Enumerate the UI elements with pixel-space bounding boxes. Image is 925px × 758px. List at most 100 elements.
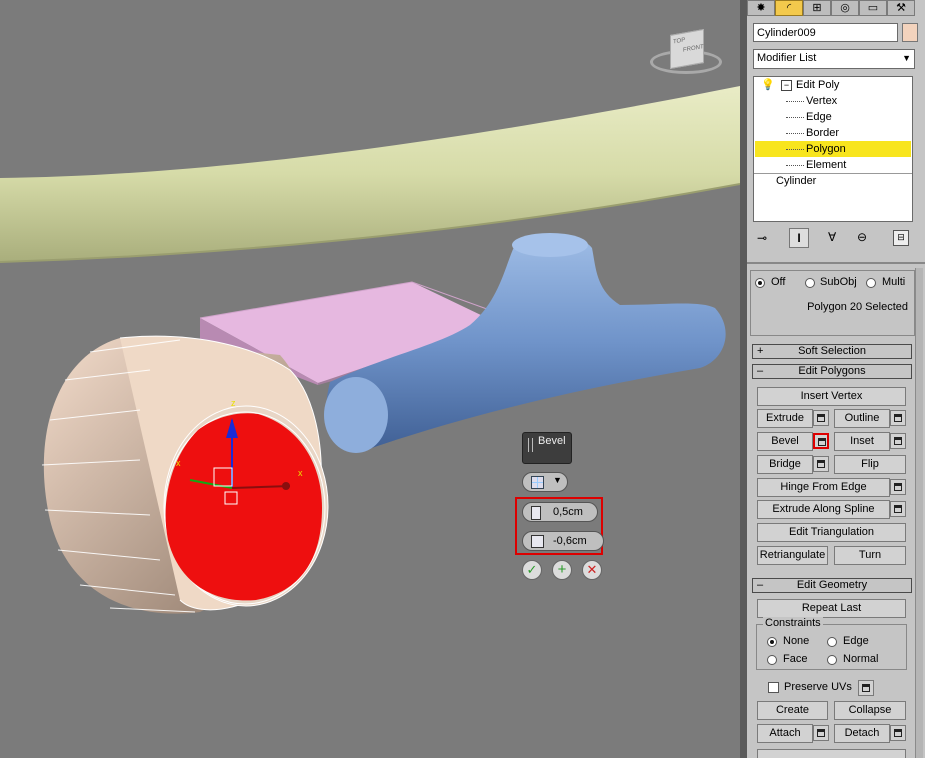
flip-button[interactable]: Flip	[834, 455, 906, 474]
extrude-button[interactable]: Extrude	[757, 409, 813, 428]
bridge-settings-icon[interactable]	[813, 456, 829, 472]
extrude-along-spline-button[interactable]: Extrude Along Spline	[757, 500, 890, 519]
turn-button[interactable]: Turn	[834, 546, 906, 565]
hinge-from-edge-button[interactable]: Hinge From Edge	[757, 478, 890, 497]
modifier-list-dropdown[interactable]: Modifier List ▼	[753, 49, 915, 69]
hinge-settings-icon[interactable]	[890, 479, 906, 495]
remove-modifier-icon[interactable]: ⊖	[857, 230, 867, 244]
stack-item-vertex[interactable]: Vertex	[755, 93, 911, 109]
bevel-type-dropdown[interactable]: ▼	[522, 472, 568, 492]
constraint-edge-label: Edge	[843, 635, 869, 647]
bevel-height-spinner[interactable]: 0,5cm	[522, 502, 598, 522]
bevel-height-value: 0,5cm	[553, 506, 583, 518]
viewcube-cube[interactable]: TOP FRONT	[670, 29, 704, 69]
insert-vertex-button[interactable]: Insert Vertex	[757, 387, 906, 406]
preserve-uvs-checkbox[interactable]	[768, 682, 779, 693]
collapse-button[interactable]: Collapse	[834, 701, 906, 720]
caddy-title-box[interactable]: Bevel	[522, 432, 572, 464]
partial-next-row	[757, 749, 906, 758]
stack-item-polygon[interactable]: Polygon	[755, 141, 911, 157]
stack-edit-poly[interactable]: 💡 − Edit Poly	[755, 77, 911, 93]
preview-subobj-radio[interactable]	[805, 278, 815, 288]
tree-line	[786, 149, 804, 150]
bevel-caddy: Bevel ▼ 0,5cm -0,6cm ✓ + ✕	[515, 432, 612, 582]
repeat-last-button[interactable]: Repeat Last	[757, 599, 906, 618]
apply-and-continue-icon[interactable]: +	[552, 560, 572, 580]
collapse-minus-icon[interactable]: −	[781, 80, 792, 91]
soft-selection-rollout[interactable]: + Soft Selection	[752, 344, 912, 359]
chevron-down-icon: ▼	[553, 475, 562, 485]
extrude-along-spline-settings-icon[interactable]	[890, 501, 906, 517]
outline-settings-icon[interactable]	[890, 410, 906, 426]
object-name-field[interactable]	[753, 23, 898, 42]
pin-stack-icon[interactable]: ⊸	[757, 231, 767, 245]
perspective-viewport[interactable]: z x x TOP FRONT Bevel ▼ 0,5cm -0,6cm ✓ +…	[0, 0, 740, 758]
bevel-button[interactable]: Bevel	[757, 432, 813, 451]
preview-off-radio[interactable]	[755, 278, 765, 288]
cancel-icon[interactable]: ✕	[582, 560, 602, 580]
outline-button[interactable]: Outline	[834, 409, 890, 428]
detach-settings-icon[interactable]	[890, 725, 906, 741]
tree-line	[786, 117, 804, 118]
attach-button[interactable]: Attach	[757, 724, 813, 743]
edit-triangulation-button[interactable]: Edit Triangulation	[757, 523, 906, 542]
detach-button[interactable]: Detach	[834, 724, 890, 743]
bevel-settings-icon[interactable]	[813, 433, 829, 449]
bevel-outline-value: -0,6cm	[553, 535, 587, 547]
constraint-none-label: None	[783, 635, 810, 647]
constraint-edge-radio[interactable]	[827, 637, 837, 647]
constraint-normal-label: Normal	[843, 653, 879, 665]
ok-icon[interactable]: ✓	[522, 560, 542, 580]
display-tab-icon[interactable]: ▭	[859, 0, 887, 16]
bridge-button[interactable]: Bridge	[757, 455, 813, 474]
attach-settings-icon[interactable]	[813, 725, 829, 741]
edit-geometry-rollout[interactable]: – Edit Geometry	[752, 578, 912, 593]
create-button[interactable]: Create	[757, 701, 828, 720]
hierarchy-tab-icon[interactable]: ⊞	[803, 0, 831, 16]
inset-button[interactable]: Inset	[834, 432, 890, 451]
stack-item-edge[interactable]: Edge	[755, 109, 911, 125]
outline-icon	[531, 535, 544, 548]
edit-geometry-title: Edit Geometry	[796, 579, 868, 591]
lightbulb-icon[interactable]: 💡	[761, 77, 775, 93]
show-end-result-icon[interactable]: I	[789, 228, 809, 248]
preview-multi-radio[interactable]	[866, 278, 876, 288]
tree-line	[786, 133, 804, 134]
make-unique-icon[interactable]: ∀	[828, 230, 836, 244]
stack-item-cylinder[interactable]: Cylinder	[755, 173, 911, 189]
bevel-outline-spinner[interactable]: -0,6cm	[522, 531, 604, 551]
constraint-normal-radio[interactable]	[827, 655, 837, 665]
motion-tab-icon[interactable]: ◎	[831, 0, 859, 16]
retriangulate-button[interactable]: Retriangulate	[757, 546, 828, 565]
rollout-collapse-sign: –	[757, 365, 764, 377]
constraint-face-radio[interactable]	[767, 655, 777, 665]
edit-polygons-rollout[interactable]: – Edit Polygons	[752, 364, 912, 379]
constraint-none-radio[interactable]	[767, 637, 777, 647]
viewport-divider[interactable]	[740, 0, 747, 758]
stack-item-element[interactable]: Element	[755, 157, 911, 173]
chevron-down-icon: ▼	[902, 53, 911, 63]
extrude-settings-icon[interactable]	[813, 410, 829, 426]
rollout-expand-sign: +	[757, 345, 764, 357]
object-color-swatch[interactable]	[902, 23, 918, 42]
modifier-stack[interactable]: 💡 − Edit Poly Vertex Edge Border Polygon…	[753, 76, 913, 222]
modifier-list-label: Modifier List	[757, 52, 817, 64]
edit-polygons-title: Edit Polygons	[798, 365, 866, 377]
preview-multi-label: Multi	[882, 276, 906, 288]
configure-modifier-sets-icon[interactable]: ⊟	[893, 230, 909, 246]
stack-edit-poly-label: Edit Poly	[796, 79, 840, 91]
inset-settings-icon[interactable]	[890, 433, 906, 449]
preserve-uvs-settings-icon[interactable]	[858, 680, 874, 696]
caddy-grip-icon[interactable]	[528, 438, 533, 452]
group-type-icon	[531, 476, 544, 489]
stack-item-label: Polygon	[806, 143, 846, 155]
viewcube[interactable]: TOP FRONT	[650, 26, 722, 76]
preview-subobj-label: SubObj	[820, 276, 857, 288]
panel-scrollbar[interactable]	[915, 268, 923, 758]
stack-item-border[interactable]: Border	[755, 125, 911, 141]
viewcube-front-label: FRONT	[683, 44, 704, 54]
create-tab-icon[interactable]: ✸	[747, 0, 775, 16]
modify-tab-icon[interactable]: ◜	[775, 0, 803, 16]
constraints-group: Constraints None Edge Face Normal	[756, 617, 907, 670]
utilities-tab-icon[interactable]: ⚒	[887, 0, 915, 16]
